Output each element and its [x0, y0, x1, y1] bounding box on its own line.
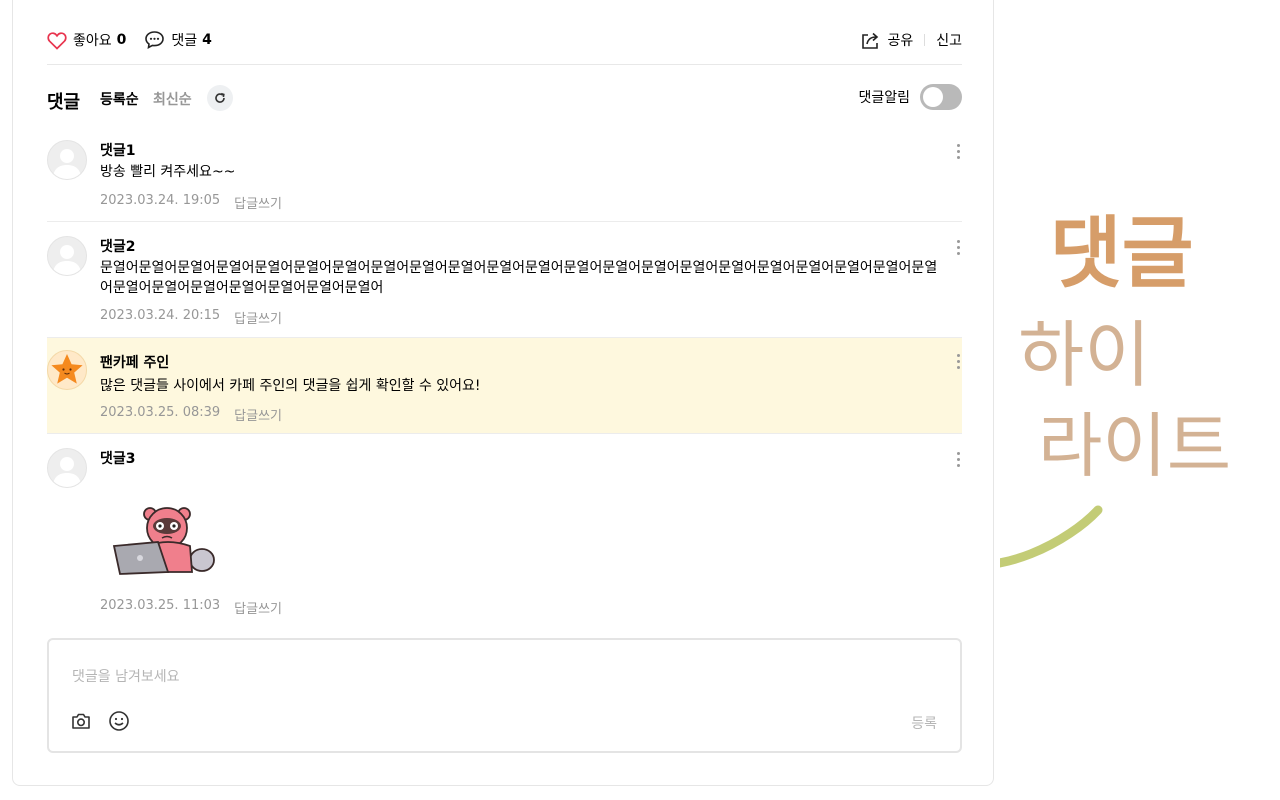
comment-date: 2023.03.24. 19:05 [100, 193, 221, 208]
like-count: 0 [116, 32, 127, 48]
sort-latest-button[interactable]: 최신순 [153, 89, 192, 109]
star-mascot-icon [51, 354, 83, 384]
default-profile-icon [53, 457, 81, 487]
sort-registered-button[interactable]: 등록순 [100, 89, 139, 109]
comment-editor: 등록 [47, 638, 962, 753]
more-options-icon[interactable] [954, 142, 962, 162]
comment-meta: 2023.03.25. 11:03 답글쓰기 [100, 598, 282, 617]
reaction-group: 좋아요 0 댓글 4 [47, 30, 212, 50]
submit-button[interactable]: 등록 [911, 713, 937, 733]
emoji-icon[interactable] [108, 710, 130, 732]
default-profile-icon [53, 149, 81, 179]
comment-item: 댓글2 문열어문열어문열어문열어문열어문열어문열어문열어문열어문열어문열어문열어… [47, 234, 962, 338]
comment-nickname[interactable]: 팬카페 주인 [100, 352, 169, 372]
reply-button[interactable]: 답글쓰기 [234, 193, 282, 212]
comment-meta: 2023.03.25. 08:39 답글쓰기 [100, 405, 282, 424]
comments-header: 댓글 등록순 최신순 댓글알림 [47, 84, 962, 114]
reply-button[interactable]: 답글쓰기 [234, 405, 282, 424]
comment-date: 2023.03.24. 20:15 [100, 308, 221, 323]
comment-item-highlighted: 팬카페 주인 많은 댓글들 사이에서 카페 주인의 댓글을 쉽게 확인할 수 있… [47, 338, 962, 434]
divider [924, 34, 926, 46]
raccoon-laptop-sticker [112, 507, 215, 575]
comment-count-button[interactable]: 댓글 4 [144, 30, 212, 50]
report-button[interactable]: 신고 [936, 30, 962, 50]
avatar[interactable] [47, 140, 87, 180]
notify-toggle[interactable] [920, 84, 962, 110]
share-label: 공유 [887, 33, 914, 49]
comment-nickname[interactable]: 댓글2 [100, 236, 136, 256]
comment-text: 방송 빨리 켜주세요~~ [100, 164, 236, 180]
camera-icon[interactable] [70, 711, 92, 731]
comment-date: 2023.03.25. 11:03 [100, 598, 221, 613]
share-button[interactable]: 공유 [860, 30, 913, 50]
refresh-button[interactable] [207, 85, 233, 111]
comments-title: 댓글 [47, 92, 81, 113]
comment-item: 댓글3 2023.03.25. 11:03 답글쓰기 [47, 446, 962, 626]
speech-bubble-icon [145, 31, 165, 49]
like-label: 좋아요 [73, 33, 112, 49]
comment-nickname[interactable]: 댓글1 [100, 140, 136, 160]
notify-label: 댓글알림 [858, 90, 910, 106]
handwritten-annotation: 댓글 하이 라이트 [1000, 209, 1231, 568]
avatar[interactable] [47, 350, 87, 390]
more-options-icon[interactable] [954, 238, 962, 258]
default-profile-icon [53, 245, 81, 275]
refresh-icon [215, 92, 225, 103]
annotation-line-2: 하이 [1018, 313, 1150, 397]
comment-item: 댓글1 방송 빨리 켜주세요~~ 2023.03.24. 19:05 답글쓰기 [47, 138, 962, 222]
avatar[interactable] [47, 448, 87, 488]
comment-nickname[interactable]: 댓글3 [100, 448, 136, 468]
like-button[interactable]: 좋아요 0 [47, 30, 126, 50]
comment-date: 2023.03.25. 08:39 [100, 405, 221, 420]
reply-button[interactable]: 답글쓰기 [234, 308, 282, 327]
comment-input[interactable] [70, 668, 774, 686]
more-options-icon[interactable] [954, 352, 962, 372]
reply-button[interactable]: 답글쓰기 [234, 598, 282, 617]
avatar[interactable] [47, 236, 87, 276]
more-options-icon[interactable] [954, 450, 962, 470]
share-icon [862, 32, 879, 49]
toggle-knob [923, 87, 943, 107]
comment-text: 문열어문열어문열어문열어문열어문열어문열어문열어문열어문열어문열어문열어문열어문… [100, 260, 938, 296]
heart-icon [47, 31, 67, 50]
comment-notification: 댓글알림 [858, 84, 962, 110]
annotation-line-1: 댓글 [1050, 209, 1194, 299]
comment-count: 4 [202, 32, 212, 48]
comment-meta: 2023.03.24. 20:15 답글쓰기 [100, 308, 282, 327]
share-report-group: 공유 신고 [860, 30, 962, 50]
report-label: 신고 [936, 33, 962, 49]
comment-text: 많은 댓글들 사이에서 카페 주인의 댓글을 쉽게 확인할 수 있어요! [100, 378, 481, 394]
comment-meta: 2023.03.24. 19:05 답글쓰기 [100, 193, 282, 212]
article-action-bar: 좋아요 0 댓글 4 공유 신고 [47, 24, 962, 65]
comment-label: 댓글 [171, 33, 198, 49]
annotation-line-3: 라이트 [1038, 405, 1231, 487]
